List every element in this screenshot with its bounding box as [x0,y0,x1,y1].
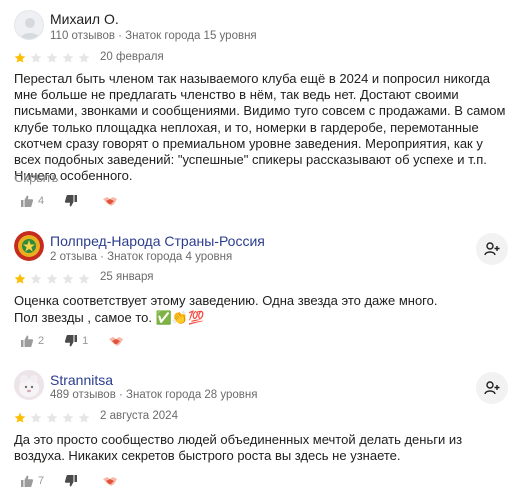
author-name[interactable]: Полпред-Народа Страны-Россия [50,233,265,249]
star-empty-icon [78,273,90,284]
thumbs-down-icon [65,475,78,487]
star-empty-icon [30,273,42,284]
star-filled-icon [14,52,26,63]
star-filled-icon [14,273,26,284]
star-empty-icon [30,52,42,63]
dislike-button[interactable]: 1 [64,334,88,348]
thumbs-down-icon [65,195,78,207]
star-empty-icon [78,52,90,63]
like-button[interactable]: 4 [20,194,44,208]
photo-avatar-icon[interactable] [14,370,44,400]
handshake-button[interactable] [102,475,118,487]
review-date: 2 августа 2024 [100,410,178,422]
like-count: 2 [38,335,45,347]
default-avatar-icon[interactable] [14,10,44,40]
thumbs-up-icon [21,335,34,347]
handshake-button[interactable] [108,335,124,347]
rating-stars [14,273,90,285]
star-empty-icon [62,52,74,63]
dislike-button[interactable] [64,474,82,488]
subscribe-button[interactable] [476,372,508,404]
review-text-line-2: Пол звезды , самое то. ✅👏💯 [14,310,205,325]
review-text: Да это просто сообщество людей объединен… [14,432,463,464]
dislike-button[interactable] [64,194,82,208]
author-meta: 110 отзывов · Знаток города 15 уровня [50,30,257,42]
author-meta: 2 отзыва · Знаток города 4 уровня [50,251,233,263]
like-count: 4 [38,195,45,207]
thumbs-up-icon [21,475,34,487]
author-name[interactable]: Михаил О. [50,11,119,27]
author-meta: 489 отзывов · Знаток города 28 уровня [50,389,258,401]
star-empty-icon [62,412,74,423]
dislike-count: 1 [82,335,89,347]
rating-stars [14,52,90,64]
review-actions: 2 1 [20,334,144,348]
star-empty-icon [78,412,90,423]
author-name[interactable]: Strannitsa [50,372,113,388]
star-empty-icon [46,52,58,63]
review-actions: 7 [20,474,138,488]
add-person-icon [484,242,500,256]
rating-stars [14,412,90,424]
review-text-line-1: Оценка соответствует этому заведению. Од… [14,293,438,308]
review-date: 20 февраля [100,51,164,63]
review-text: Перестал быть членом так называемого клу… [14,71,506,184]
handshake-icon [103,477,118,486]
hide-link[interactable]: Скрыть [14,170,58,185]
review-date: 25 января [100,271,154,283]
like-count: 7 [38,475,45,487]
subscribe-button[interactable] [476,233,508,265]
like-button[interactable]: 2 [20,334,44,348]
star-empty-icon [46,412,58,423]
review-actions: 4 [20,194,138,208]
star-empty-icon [46,273,58,284]
thumbs-up-icon [21,195,34,207]
add-person-icon [484,381,500,395]
handshake-icon [103,197,118,206]
like-button[interactable]: 7 [20,474,44,488]
emblem-avatar-icon[interactable] [14,231,44,261]
star-empty-icon [62,273,74,284]
thumbs-down-icon [65,335,78,347]
handshake-button[interactable] [102,195,118,207]
star-filled-icon [14,412,26,423]
star-empty-icon [30,412,42,423]
handshake-icon [109,337,124,346]
